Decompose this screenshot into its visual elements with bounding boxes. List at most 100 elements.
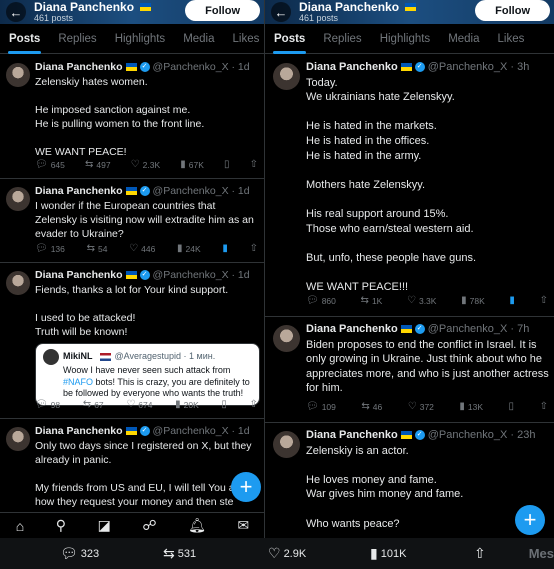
author-handle[interactable]: @Panchenko_X · 1d [153, 268, 250, 282]
bookmark-button[interactable]: ▮ [222, 243, 228, 254]
ukraine-flag-icon [125, 427, 137, 435]
avatar[interactable] [273, 325, 300, 352]
tab-likes[interactable]: Likes [489, 24, 534, 54]
back-arrow-icon[interactable]: ← [271, 2, 291, 22]
hashtag-link[interactable]: #NAFO [63, 377, 93, 387]
like-button[interactable]: ♡ 372 [408, 401, 434, 412]
bookmark-button[interactable]: ▯ [221, 399, 227, 410]
author-handle[interactable]: @Panchenko_X · 3h [428, 60, 530, 75]
like-button[interactable]: ♡ 446 [129, 243, 155, 254]
avatar[interactable] [6, 63, 30, 87]
notifications-icon[interactable]: 🔔︎ [188, 517, 206, 534]
views-button[interactable]: ▮ 67K [180, 159, 204, 170]
share-button[interactable]: ⇧ [540, 295, 548, 306]
like-button[interactable]: ♡ 2.3K [131, 159, 160, 170]
quoted-text: Woow I have never seen such attack from #… [63, 365, 250, 398]
avatar[interactable] [273, 431, 300, 458]
verified-icon: ✓ [139, 270, 150, 280]
tab-posts[interactable]: Posts [265, 24, 314, 54]
views-button[interactable]: ▮ 78K [461, 295, 485, 306]
repost-button[interactable]: ⇆ 46 [361, 401, 382, 412]
like-button[interactable]: ♡ 674 [126, 399, 152, 410]
author-handle[interactable]: @Panchenko_X · 7h [428, 322, 530, 337]
share-button[interactable]: ⇧ [250, 159, 258, 170]
reply-button[interactable]: 💬︎ 109 [306, 401, 336, 412]
back-arrow-icon[interactable]: ← [6, 2, 26, 22]
heart-icon: ♡ [129, 243, 139, 254]
tweet-text: Today. We ukrainians hate Zelenskyy. He … [306, 76, 477, 293]
views-button[interactable]: ▮ 101K [370, 545, 406, 562]
tab-posts[interactable]: Posts [0, 24, 49, 54]
author-handle[interactable]: @Panchenko_X · 23h [428, 428, 536, 443]
bookmark-icon: ▮ [509, 295, 515, 306]
reply-button[interactable]: 💬︎ 98 [35, 399, 60, 410]
like-button[interactable]: ♡ 2.9K [268, 545, 306, 562]
share-button[interactable]: ⇧ [540, 401, 548, 412]
compose-button[interactable]: + [231, 472, 261, 502]
author-name[interactable]: Diana Panchenko [35, 60, 123, 74]
bookmark-icon: ▯ [508, 401, 515, 412]
tweet[interactable]: Diana Panchenko ✓ @Panchenko_X · 23h Zelen… [265, 423, 554, 538]
author-handle[interactable]: @Panchenko_X · 1d [153, 424, 250, 438]
views-button[interactable]: ▮ 20K [175, 399, 199, 410]
author-handle[interactable]: @Panchenko_X · 1d [153, 60, 250, 74]
tweet[interactable]: Diana Panchenko ✓ @Panchenko_X · 1d Fiends… [0, 263, 264, 419]
tab-media[interactable]: Media [174, 24, 223, 54]
repost-button[interactable]: ⇆ 67 [83, 399, 104, 410]
bookmark-button[interactable]: ▮ [509, 295, 515, 306]
reply-button[interactable]: 💬︎ 860 [306, 295, 336, 306]
repost-button[interactable]: ⇆ 54 [87, 243, 108, 254]
bookmark-button[interactable]: ▯ [224, 159, 230, 170]
follow-button[interactable]: Follow [185, 0, 260, 21]
avatar[interactable] [273, 63, 300, 90]
author-name[interactable]: Diana Panchenko [35, 184, 123, 198]
tab-media[interactable]: Media [439, 24, 488, 54]
reply-button[interactable]: 💬︎ 645 [35, 159, 65, 170]
avatar[interactable] [6, 427, 30, 451]
author-name[interactable]: Diana Panchenko [306, 60, 398, 75]
tweet[interactable]: Diana Panchenko ✓ @Panchenko_X · 1d Zelens… [0, 55, 264, 179]
follow-button[interactable]: Follow [475, 0, 550, 21]
compose-button[interactable]: + [515, 505, 545, 535]
communities-icon[interactable]: ☍ [142, 517, 156, 534]
share-button[interactable]: ⇧ [474, 545, 486, 562]
home-icon[interactable]: ⌂ [16, 518, 24, 534]
like-button[interactable]: ♡ 3.3K [407, 295, 436, 306]
search-icon[interactable]: ⚲ [56, 517, 66, 534]
tab-likes[interactable]: Likes [224, 24, 264, 54]
author-name[interactable]: Diana Panchenko [35, 424, 123, 438]
tab-highlights[interactable]: Highlights [371, 24, 440, 54]
author-name[interactable]: Diana Panchenko [306, 322, 398, 337]
views-button[interactable]: ▮ 24K [177, 243, 201, 254]
author-name[interactable]: Diana Panchenko [306, 428, 398, 443]
tweet-text: Zelenskiy is an actor. He loves money an… [306, 444, 464, 530]
tweet[interactable]: Diana Panchenko ✓ @Panchenko_X · 1d I wond… [0, 179, 264, 263]
repost-arrows-icon: ⇆ [82, 399, 92, 410]
bar-chart-icon: ▮ [175, 399, 181, 410]
repost-button[interactable]: ⇆ 531 [163, 545, 196, 562]
grok-icon[interactable]: ◪ [98, 517, 111, 534]
tab-replies[interactable]: Replies [314, 24, 370, 54]
share-button[interactable]: ⇧ [250, 399, 258, 410]
share-button[interactable]: ⇧ [250, 243, 258, 254]
avatar[interactable] [6, 187, 30, 211]
tweet[interactable]: Diana Panchenko ✓ @Panchenko_X · 3h Today.… [265, 55, 554, 317]
tweet-text: Only two days since I registered on X, b… [35, 440, 252, 508]
avatar[interactable] [6, 271, 30, 295]
views-button[interactable]: ▮ 13K [459, 401, 483, 412]
share-icon: ⇧ [539, 401, 548, 412]
tab-replies[interactable]: Replies [49, 24, 105, 54]
repost-button[interactable]: ⇆ 1K [361, 295, 383, 306]
repost-button[interactable]: ⇆ 497 [85, 159, 111, 170]
profile-name: Diana Panchenko [299, 1, 417, 13]
tweet[interactable]: Diana Panchenko ✓ @Panchenko_X · 7h Biden … [265, 317, 554, 423]
author-handle[interactable]: @Panchenko_X · 1d [153, 184, 250, 198]
reply-button[interactable]: 💬︎ 136 [35, 243, 65, 254]
tab-highlights[interactable]: Highlights [106, 24, 175, 54]
quoted-tweet[interactable]: MikiNL @Averagestupid · 1 мин. Woow I hav… [35, 343, 260, 406]
profile-name: Diana Panchenko [34, 1, 152, 13]
reply-button[interactable]: 💬︎ 323 [60, 545, 99, 562]
author-name[interactable]: Diana Panchenko [35, 268, 123, 282]
messages-icon[interactable]: ✉ [237, 517, 249, 534]
bookmark-button[interactable]: ▯ [509, 401, 515, 412]
